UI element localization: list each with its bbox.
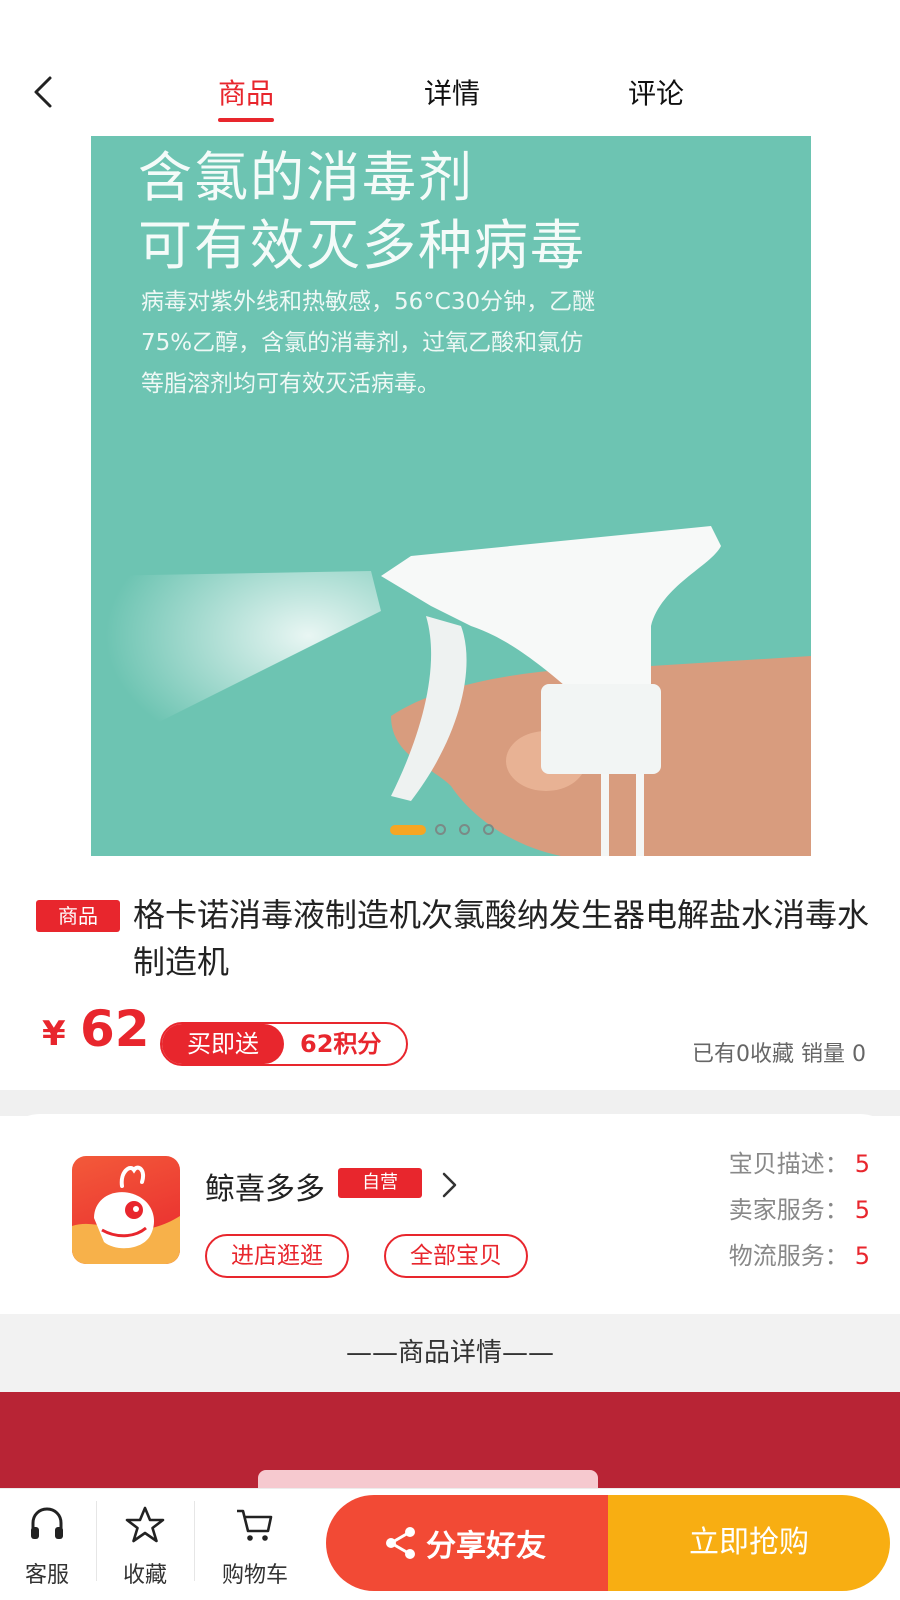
cart-button[interactable]: 购物车 xyxy=(210,1489,300,1600)
detail-banner-title-fragment xyxy=(258,1470,598,1488)
section-gap xyxy=(0,1090,900,1116)
product-image-carousel[interactable]: 含氯的消毒剂 可有效灭多种病毒 病毒对紫外线和热敏感，56°C30分钟，乙醚 7… xyxy=(91,136,811,856)
divider xyxy=(194,1501,195,1581)
product-tag: 商品 xyxy=(36,900,120,932)
promo-label: 买即送 xyxy=(162,1024,284,1064)
product-info: 商品 格卡诺消毒液制造机次氯酸纳发生器电解盐水消毒水制造机 ¥ 62 买即送 6… xyxy=(0,868,900,1090)
star-icon xyxy=(125,1506,165,1543)
whale-logo-icon xyxy=(72,1165,180,1264)
promo-value: 62积分 xyxy=(300,1030,382,1058)
product-title: 格卡诺消毒液制造机次氯酸纳发生器电解盐水消毒水制造机 xyxy=(133,896,870,981)
enter-shop-button[interactable]: 进店逛逛 xyxy=(205,1234,349,1278)
shop-card: 鲸喜多多 自营 进店逛逛 全部宝贝 宝贝描述： 5 卖家服务： 5 物流服务： 5 xyxy=(0,1114,900,1314)
shop-logo[interactable] xyxy=(72,1156,180,1264)
score-seller-service: 卖家服务： 5 xyxy=(728,1196,870,1224)
cart-icon xyxy=(237,1509,273,1541)
tab-product[interactable]: 商品 xyxy=(218,72,274,112)
all-items-button[interactable]: 全部宝贝 xyxy=(384,1234,528,1278)
top-navigation: 商品 详情 评论 xyxy=(0,0,900,128)
customer-service-button[interactable]: 客服 xyxy=(2,1489,92,1600)
product-price: 62 xyxy=(80,1000,150,1058)
carousel-dot[interactable] xyxy=(459,824,470,835)
spray-bottle-illustration xyxy=(91,526,811,856)
share-icon xyxy=(386,1527,415,1559)
carousel-dot[interactable] xyxy=(435,824,446,835)
score-description: 宝贝描述： 5 xyxy=(728,1150,870,1178)
bottom-action-bar: 客服 收藏 购物车 分享好友 立即抢购 xyxy=(0,1488,900,1600)
customer-service-label: 客服 xyxy=(24,1563,69,1588)
cart-label: 购物车 xyxy=(221,1563,288,1588)
active-tab-indicator xyxy=(218,118,274,122)
favorite-button[interactable]: 收藏 xyxy=(100,1489,190,1600)
tab-details[interactable]: 详情 xyxy=(424,72,480,112)
tab-reviews[interactable]: 评论 xyxy=(628,72,684,112)
back-arrow-icon[interactable] xyxy=(30,74,60,110)
favorites-sales-stats: 已有0收藏 销量 0 xyxy=(692,1042,866,1067)
favorite-label: 收藏 xyxy=(122,1563,167,1588)
chevron-right-icon[interactable] xyxy=(440,1170,460,1200)
points-promo-badge: 买即送 62积分 xyxy=(160,1022,408,1066)
self-operated-badge: 自营 xyxy=(338,1168,422,1198)
currency-symbol: ¥ xyxy=(42,1014,66,1054)
share-friends-button[interactable]: 分享好友 xyxy=(326,1495,608,1591)
score-logistics: 物流服务： 5 xyxy=(728,1242,870,1270)
carousel-dot[interactable] xyxy=(483,824,494,835)
headset-icon xyxy=(31,1507,63,1539)
carousel-indicator xyxy=(91,824,811,836)
shop-name[interactable]: 鲸喜多多 xyxy=(205,1164,325,1208)
hero-description: 病毒对紫外线和热敏感，56°C30分钟，乙醚 75%乙醇，含氯的消毒剂，过氧乙酸… xyxy=(141,289,596,397)
share-label: 分享好友 xyxy=(426,1529,546,1564)
product-detail-separator: ——商品详情—— xyxy=(0,1314,900,1392)
buy-now-button[interactable]: 立即抢购 xyxy=(608,1495,890,1591)
divider xyxy=(96,1501,97,1581)
carousel-dot-active[interactable] xyxy=(390,825,426,835)
hero-headline: 含氯的消毒剂 可有效灭多种病毒 xyxy=(138,146,586,277)
detail-image-banner xyxy=(0,1392,900,1488)
